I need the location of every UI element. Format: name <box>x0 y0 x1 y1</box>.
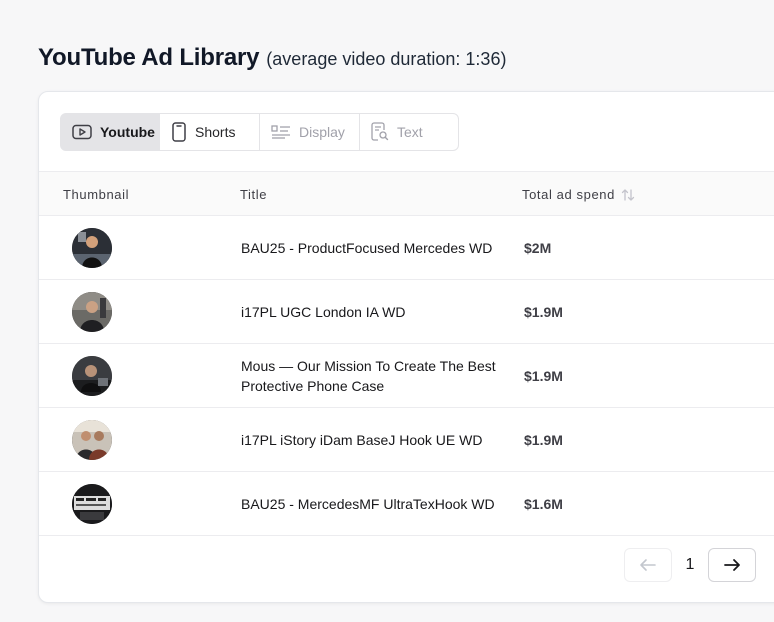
ad-spend: $2M <box>524 239 552 256</box>
tab-display[interactable]: Display <box>259 113 360 151</box>
ad-title: BAU25 - MercedesMF UltraTexHook WD <box>241 495 495 512</box>
tab-youtube-label: Youtube <box>100 124 155 140</box>
tab-display-label: Display <box>299 124 345 140</box>
page-heading: YouTube Ad Library (average video durati… <box>38 44 506 72</box>
arrow-left-icon <box>640 559 656 571</box>
table-header: Thumbnail Title Total ad spend <box>39 171 774 216</box>
video-thumbnail[interactable] <box>72 356 112 396</box>
table-row[interactable]: i17PL iStory iDam BaseJ Hook UE WD $1.9M <box>39 408 774 472</box>
video-thumbnail[interactable] <box>72 484 112 524</box>
column-header-title: Title <box>240 187 268 202</box>
column-header-total-ad-spend[interactable]: Total ad spend <box>522 187 635 202</box>
previous-page-button[interactable] <box>624 548 672 582</box>
table-row[interactable]: BAU25 - ProductFocused Mercedes WD $2M <box>39 216 774 280</box>
table-row[interactable]: i17PL UGC London IA WD $1.9M <box>39 280 774 344</box>
format-tabs: Youtube Shorts Display Text <box>60 113 459 151</box>
column-header-total-ad-spend-label: Total ad spend <box>522 187 615 202</box>
tab-text-label: Text <box>397 124 423 140</box>
current-page-number: 1 <box>685 556 695 573</box>
sort-arrows-icon[interactable] <box>621 188 635 202</box>
video-thumbnail[interactable] <box>72 228 112 268</box>
video-thumbnail[interactable] <box>72 420 112 460</box>
tab-text[interactable]: Text <box>359 113 459 151</box>
table-row[interactable]: BAU25 - MercedesMF UltraTexHook WD $1.6M <box>39 472 774 536</box>
tab-youtube[interactable]: Youtube <box>60 113 160 151</box>
play-icon <box>72 124 92 140</box>
tab-shorts-label: Shorts <box>195 124 236 140</box>
next-page-button[interactable] <box>708 548 756 582</box>
text-search-icon <box>371 122 389 141</box>
page-title: YouTube Ad Library <box>38 44 260 71</box>
ad-title: Mous — Our Mission To Create The Best Pr… <box>241 357 496 394</box>
ad-title: i17PL iStory iDam BaseJ Hook UE WD <box>241 431 483 448</box>
ad-spend: $1.9M <box>524 431 563 448</box>
pagination: 1 <box>624 548 756 582</box>
table-row[interactable]: Mous — Our Mission To Create The Best Pr… <box>39 344 774 408</box>
ad-spend: $1.9M <box>524 303 563 320</box>
video-thumbnail[interactable] <box>72 292 112 332</box>
ad-spend: $1.9M <box>524 367 563 384</box>
phone-icon <box>172 122 186 142</box>
page-subtitle: (average video duration: 1:36) <box>266 49 507 69</box>
column-header-thumbnail: Thumbnail <box>63 187 130 202</box>
ad-title: i17PL UGC London IA WD <box>241 303 406 320</box>
display-icon <box>271 125 290 139</box>
ad-library-card: Youtube Shorts Display Text Thumbnail Ti… <box>38 91 774 603</box>
ad-title: BAU25 - ProductFocused Mercedes WD <box>241 239 493 256</box>
tab-shorts[interactable]: Shorts <box>159 113 260 151</box>
ad-spend: $1.6M <box>524 495 563 512</box>
arrow-right-icon <box>724 559 740 571</box>
